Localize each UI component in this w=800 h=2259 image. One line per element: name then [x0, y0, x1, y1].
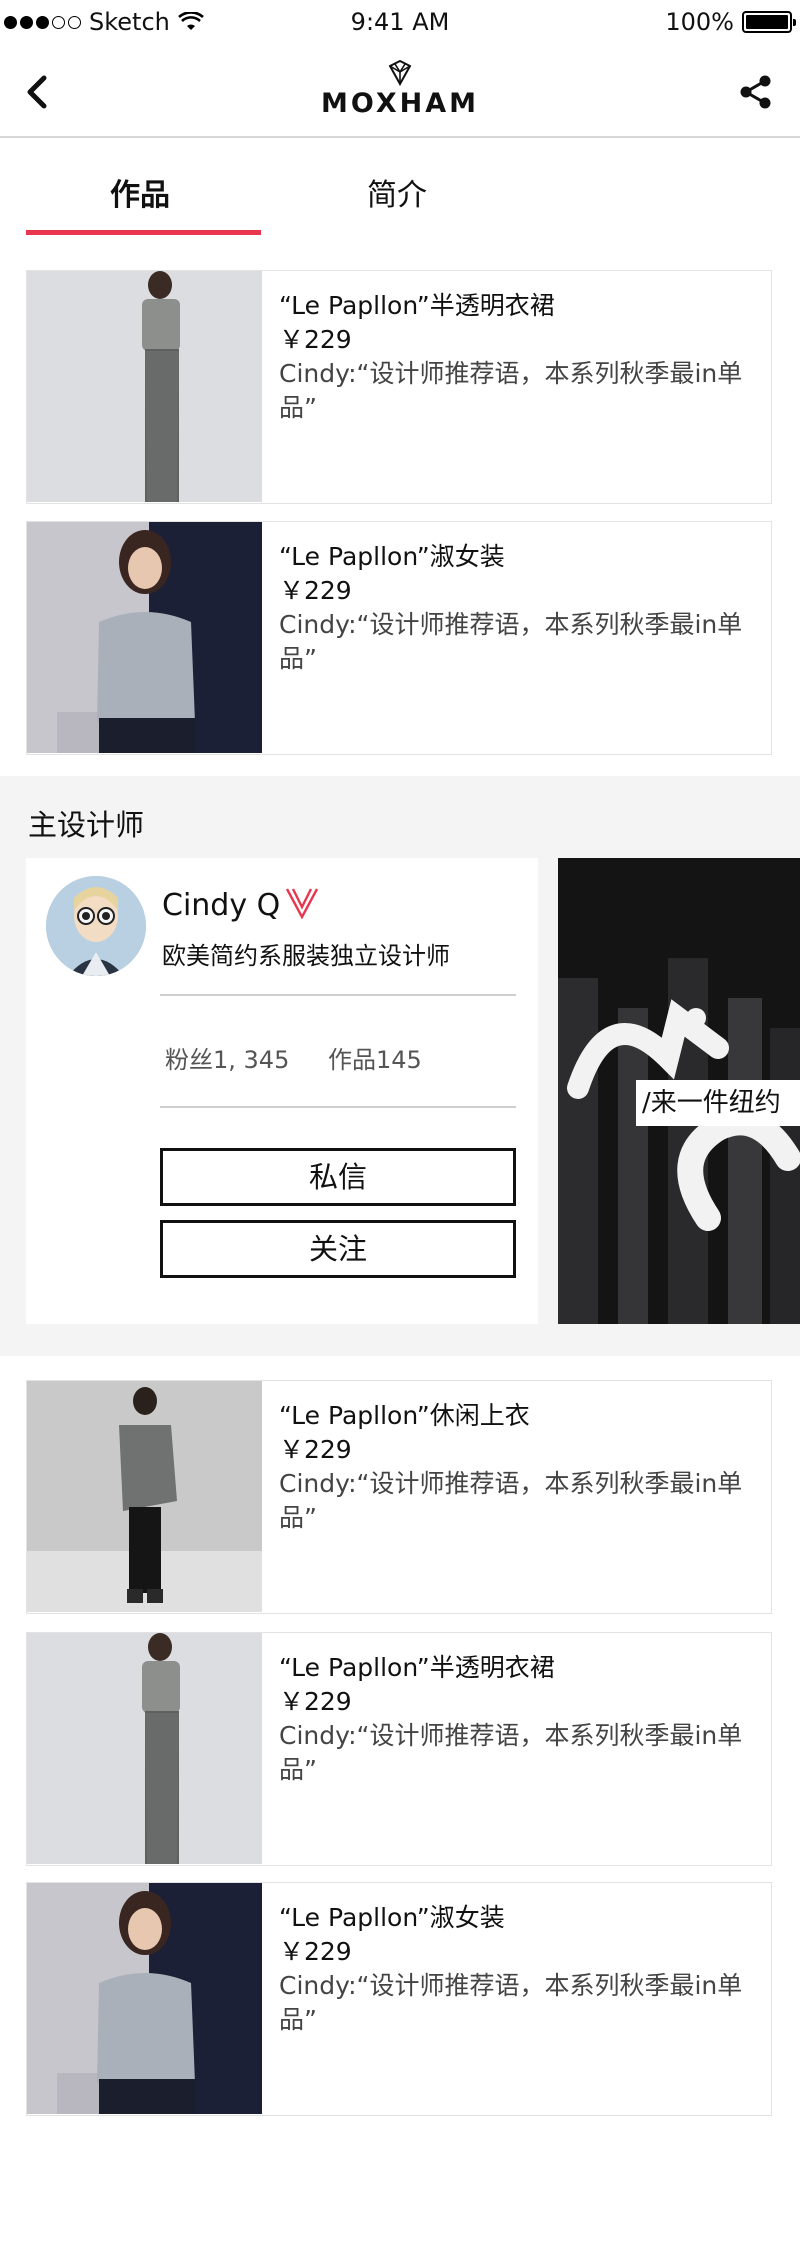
product-title: “Le Papllon”休闲上衣: [279, 1401, 530, 1430]
product-price: ￥229: [279, 1937, 352, 1966]
product-info: “Le Papllon”淑女装 ￥229 Cindy:“设计师推荐语，本系列秋季…: [279, 540, 755, 676]
divider: [160, 994, 516, 996]
product-title: “Le Papllon”半透明衣裙: [279, 1653, 555, 1682]
status-right: 100%: [665, 8, 796, 36]
product-description: Cindy:“设计师推荐语，本系列秋季最in单品”: [279, 359, 743, 422]
product-info: “Le Papllon”半透明衣裙 ￥229 Cindy:“设计师推荐语，本系列…: [279, 1651, 755, 1787]
active-tab-indicator: [26, 230, 261, 235]
follow-button[interactable]: 关注: [160, 1220, 516, 1278]
tab-intro[interactable]: 简介: [367, 170, 427, 214]
product-info: “Le Papllon”淑女装 ￥229 Cindy:“设计师推荐语，本系列秋季…: [279, 1901, 755, 2037]
fans-count: 粉丝1, 345: [165, 1046, 290, 1074]
product-card[interactable]: “Le Papllon”淑女装 ￥229 Cindy:“设计师推荐语，本系列秋季…: [26, 1882, 772, 2116]
diamond-logo-icon: [388, 60, 412, 86]
product-price: ￥229: [279, 325, 352, 354]
designer-card[interactable]: Cindy Q 欧美简约系服装独立设计师 粉丝1, 345 作品145 私信 关…: [26, 858, 538, 1324]
product-title: “Le Papllon”淑女装: [279, 542, 505, 571]
product-title: “Le Papllon”淑女装: [279, 1903, 505, 1932]
product-price: ￥229: [279, 576, 352, 605]
battery-icon: [742, 11, 796, 33]
tab-works[interactable]: 作品: [110, 170, 170, 214]
product-image: [27, 1381, 262, 1612]
divider: [160, 1106, 516, 1108]
battery-percent: 100%: [665, 8, 734, 36]
designer-name: Cindy Q: [162, 888, 281, 923]
product-description: Cindy:“设计师推荐语，本系列秋季最in单品”: [279, 610, 743, 673]
verified-v-icon: [285, 888, 319, 920]
product-image: [27, 522, 262, 753]
product-card[interactable]: “Le Papllon”休闲上衣 ￥229 Cindy:“设计师推荐语，本系列秋…: [26, 1380, 772, 1614]
tab-bar: 作品 简介: [0, 140, 800, 236]
product-description: Cindy:“设计师推荐语，本系列秋季最in单品”: [279, 1469, 743, 1532]
product-image: [27, 1633, 262, 1864]
section-title: 主设计师: [28, 808, 145, 842]
designer-bio: 欧美简约系服装独立设计师: [162, 942, 450, 970]
product-price: ￥229: [279, 1687, 352, 1716]
product-card[interactable]: “Le Papllon”半透明衣裙 ￥229 Cindy:“设计师推荐语，本系列…: [26, 1632, 772, 1866]
product-image: [27, 271, 262, 502]
product-title: “Le Papllon”半透明衣裙: [279, 291, 555, 320]
brand-name: MOXHAM: [320, 88, 480, 119]
status-bar: Sketch 9:41 AM 100%: [0, 0, 800, 44]
share-icon[interactable]: [738, 74, 774, 110]
product-card[interactable]: “Le Papllon”半透明衣裙 ￥229 Cindy:“设计师推荐语，本系列…: [26, 270, 772, 504]
product-description: Cindy:“设计师推荐语，本系列秋季最in单品”: [279, 1721, 743, 1784]
brand: MOXHAM: [0, 60, 800, 119]
product-price: ￥229: [279, 1435, 352, 1464]
product-image: [27, 1883, 262, 2114]
avatar[interactable]: [46, 876, 146, 976]
message-button[interactable]: 私信: [160, 1148, 516, 1206]
works-count: 作品145: [328, 1046, 422, 1074]
nav-bar: MOXHAM: [0, 44, 800, 138]
product-card[interactable]: “Le Papllon”淑女装 ￥229 Cindy:“设计师推荐语，本系列秋季…: [26, 521, 772, 755]
banner-text: /来一件纽约: [636, 1080, 800, 1126]
designer-section: 主设计师 Cindy Q 欧美简约系服装独立设计师 粉丝1, 345 作品145: [0, 776, 800, 1356]
product-info: “Le Papllon”半透明衣裙 ￥229 Cindy:“设计师推荐语，本系列…: [279, 289, 755, 425]
promo-banner[interactable]: /来一件纽约: [558, 858, 800, 1324]
product-description: Cindy:“设计师推荐语，本系列秋季最in单品”: [279, 1971, 743, 2034]
product-info: “Le Papllon”休闲上衣 ￥229 Cindy:“设计师推荐语，本系列秋…: [279, 1399, 755, 1535]
